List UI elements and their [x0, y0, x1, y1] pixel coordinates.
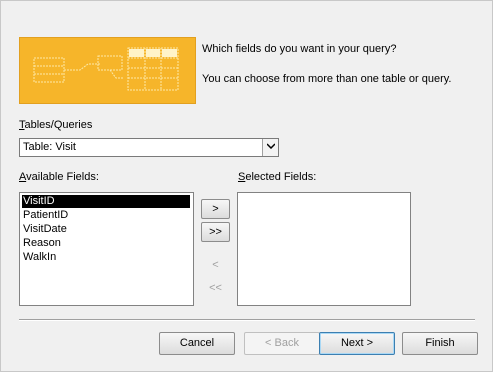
finish-button[interactable]: Finish [402, 332, 478, 355]
tables-queries-dropdown[interactable]: Table: Visit [19, 138, 279, 157]
tables-queries-selected: Table: Visit [23, 141, 76, 153]
selected-fields-list[interactable] [237, 192, 411, 306]
list-item[interactable]: VisitDate [22, 223, 67, 236]
chevron-down-icon [266, 142, 276, 151]
footer-divider [19, 319, 475, 321]
list-item[interactable]: VisitID [22, 195, 190, 208]
available-fields-label: Available Fields: [19, 171, 99, 183]
add-field-button[interactable]: > [201, 199, 230, 219]
remove-all-fields-button[interactable]: << [201, 278, 230, 298]
dropdown-button[interactable] [262, 139, 278, 156]
wizard-illustration [19, 37, 196, 104]
add-all-fields-button[interactable]: >> [201, 222, 230, 242]
next-button[interactable]: Next > [319, 332, 395, 355]
prompt-hint: You can choose from more than one table … [202, 73, 452, 85]
tables-queries-label: Tables/Queries [19, 119, 93, 131]
selected-fields-label: Selected Fields: [238, 171, 317, 183]
available-fields-list[interactable]: VisitID PatientID VisitDate Reason WalkI… [19, 192, 194, 306]
cancel-button[interactable]: Cancel [159, 332, 235, 355]
list-item[interactable]: PatientID [22, 209, 68, 222]
prompt-question: Which fields do you want in your query? [202, 43, 397, 55]
back-button[interactable]: < Back [244, 332, 320, 355]
list-item[interactable]: WalkIn [22, 251, 56, 264]
remove-field-button[interactable]: < [201, 255, 230, 275]
simple-query-wizard-dialog: Which fields do you want in your query? … [0, 0, 493, 372]
list-item[interactable]: Reason [22, 237, 61, 250]
